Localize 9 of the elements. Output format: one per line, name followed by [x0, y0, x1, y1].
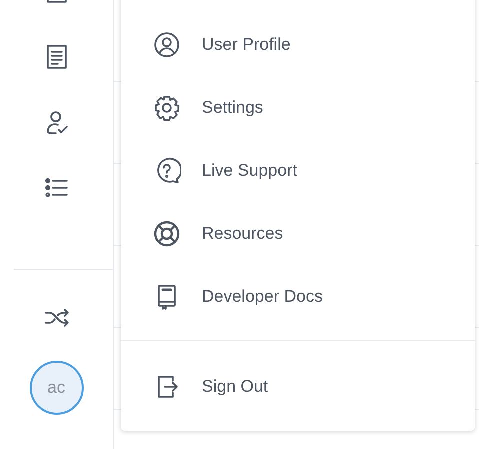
menu-item[interactable]: Settings	[121, 76, 475, 139]
menu-item[interactable]: Developer Docs	[121, 265, 475, 328]
menu-item[interactable]: User Profile	[121, 13, 475, 76]
lifebuoy-icon	[153, 220, 181, 248]
menu-item[interactable]: Live Support	[121, 139, 475, 202]
person-circle-icon	[153, 30, 181, 58]
sign-out-item[interactable]: Sign Out	[121, 355, 475, 418]
menu-item[interactable]: Resources	[121, 202, 475, 265]
settings-icon	[153, 94, 181, 122]
